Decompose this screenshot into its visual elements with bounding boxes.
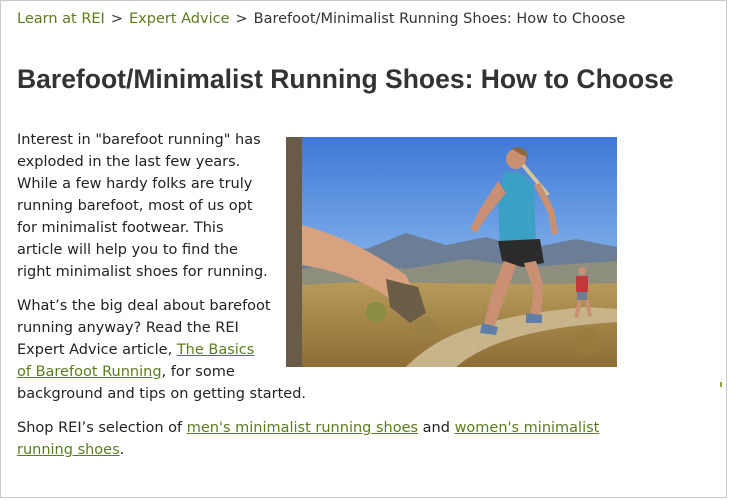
breadcrumb-link-expert-advice[interactable]: Expert Advice <box>129 11 230 27</box>
shop-text-before: Shop REI’s selection of <box>17 420 187 436</box>
shop-paragraph: Shop REI’s selection of men's minimalist… <box>17 417 617 461</box>
breadcrumb-link-learn-at-rei[interactable]: Learn at REI <box>17 11 105 27</box>
breadcrumb: Learn at REI > Expert Advice > Barefoot/Mini… <box>17 8 657 30</box>
article-frame: Learn at REI > Expert Advice > Barefoot/Mini… <box>0 0 727 498</box>
edge-mark <box>720 382 722 387</box>
shop-text-after: . <box>119 442 125 458</box>
mens-minimalist-shoes-link[interactable]: men's minimalist running shoes <box>187 420 418 436</box>
shop-text-middle: and <box>418 420 455 436</box>
breadcrumb-separator: > <box>235 11 248 27</box>
trail-running-photo <box>286 137 617 367</box>
breadcrumb-current: Barefoot/Minimalist Running Shoes: How t… <box>253 11 626 27</box>
breadcrumb-separator: > <box>110 11 123 27</box>
article-body: Interest in "barefoot running" has explo… <box>17 129 617 473</box>
page-title: Barefoot/Minimalist Running Shoes: How t… <box>17 64 674 94</box>
